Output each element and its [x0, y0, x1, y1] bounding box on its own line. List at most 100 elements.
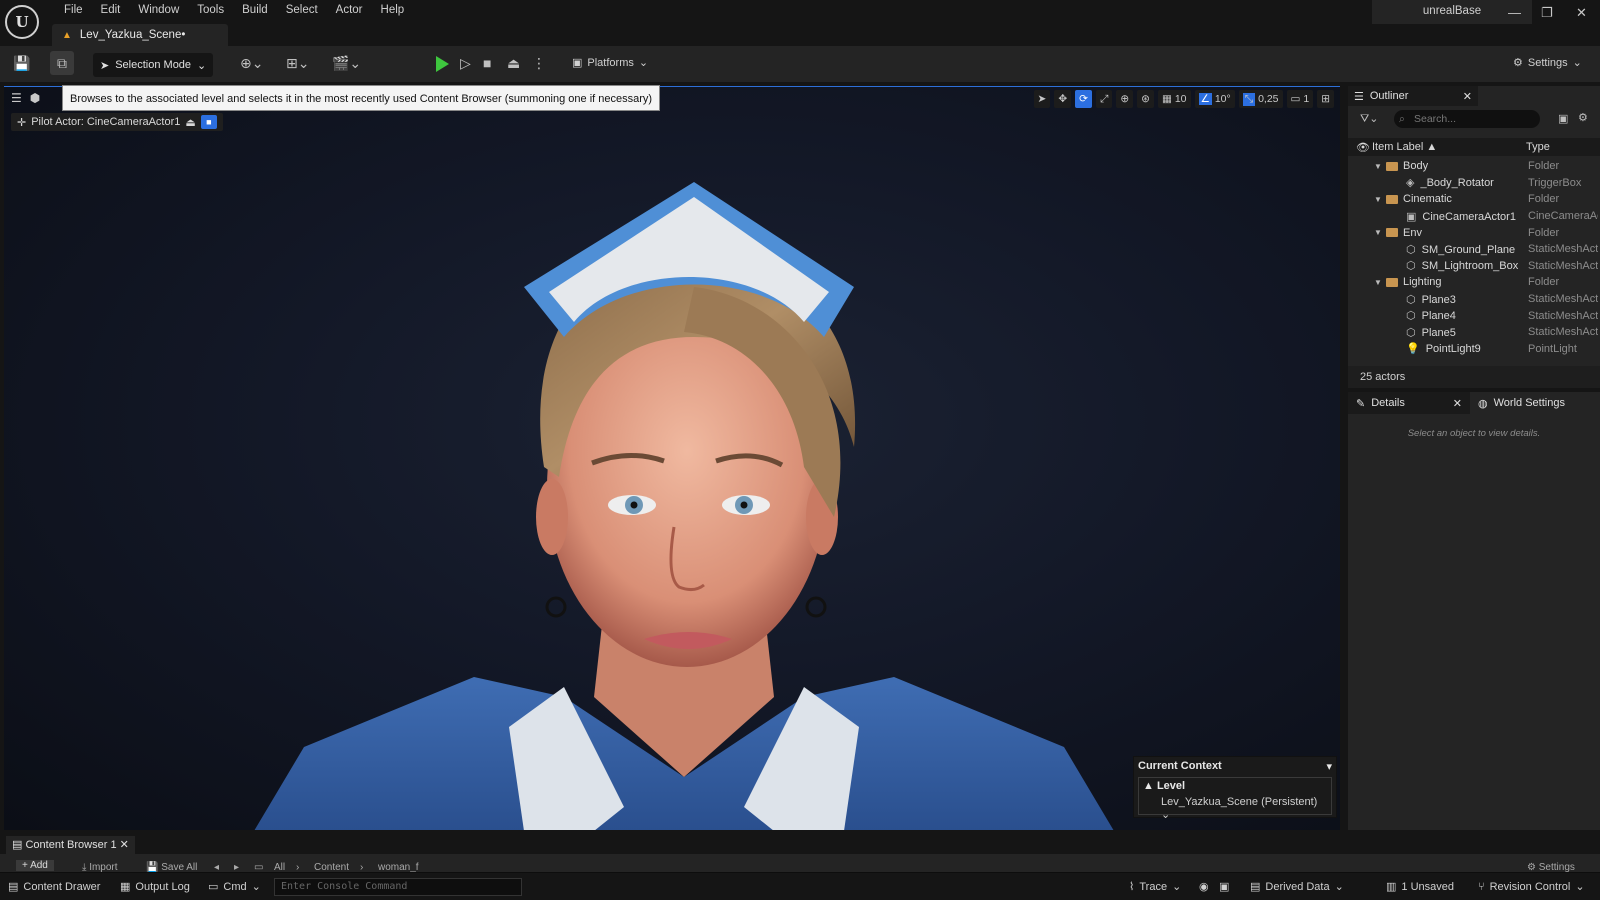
light-bulb-icon: 💡 [1406, 343, 1420, 356]
path-woman-f[interactable]: woman_f [378, 862, 419, 872]
camera-view-icon[interactable]: ■ [200, 115, 217, 129]
blueprint-icon[interactable]: ⊞⌄ [286, 55, 309, 72]
outliner-search-input[interactable]: ⌕ Search... [1394, 110, 1540, 128]
select-tool-icon[interactable]: ➤ [1033, 90, 1051, 108]
outliner-tab[interactable]: ☰ Outliner ✕ [1348, 86, 1478, 106]
outliner-row[interactable]: ⬡ SM_Lightroom_Box StaticMeshActor [1348, 258, 1600, 275]
content-settings-button[interactable]: ⚙ Settings [1527, 862, 1575, 872]
stop-icon[interactable]: ■ [483, 55, 491, 71]
menu-build[interactable]: Build [233, 3, 277, 17]
add-folder-icon[interactable]: ▣ [1558, 112, 1568, 125]
minimize-icon[interactable]: — [1508, 5, 1521, 20]
log-icon: ▦ [120, 881, 131, 893]
filter-icon[interactable]: ⛛⌄ [1360, 112, 1378, 126]
level-select[interactable]: Lev_Yazkua_Scene (Persistent) ⌄ [1143, 796, 1327, 821]
type-column[interactable]: Type [1526, 141, 1550, 153]
eject-icon[interactable]: ⏏ [507, 55, 520, 72]
path-all[interactable]: All [274, 862, 285, 872]
menu-actor[interactable]: Actor [327, 3, 372, 17]
menu-edit[interactable]: Edit [92, 3, 130, 17]
revision-control-button[interactable]: ⑂ Revision Control ⌄ [1478, 880, 1585, 894]
rotate-tool-icon[interactable]: ⟳ [1075, 90, 1092, 108]
outliner-row[interactable]: ⬡ SM_Ground_Plane StaticMeshActor [1348, 241, 1600, 258]
outliner-row-label: ▣ CineCameraActor1 [1406, 210, 1516, 223]
add-actor-icon[interactable]: ⊕⌄ [240, 55, 263, 72]
eject-pilot-icon[interactable]: ⏏ [185, 116, 195, 129]
cmd-dropdown[interactable]: ▭ Cmd ⌄ [208, 880, 261, 894]
level-viewport[interactable]: ✛ Pilot Actor: CineCameraActor1 ⏏ ■ ➤ ✥ … [4, 86, 1340, 830]
add-button[interactable]: + Add [16, 860, 54, 871]
level-document-tab[interactable]: ▲ Lev_Yazkua_Scene• [52, 24, 228, 46]
perspective-icon[interactable]: ⬢ [30, 91, 40, 105]
cinematics-icon[interactable]: 🎬⌄ [332, 55, 361, 72]
hamburger-icon[interactable]: ☰ [11, 91, 22, 105]
history-back-icon[interactable]: ◂ [214, 862, 219, 872]
expand-arrow-icon[interactable]: ▼ [1374, 162, 1382, 171]
translate-tool-icon[interactable]: ✥ [1054, 90, 1072, 108]
console-input[interactable]: Enter Console Command [274, 878, 522, 896]
selection-mode-dropdown[interactable]: ➤ Selection Mode ⌄ [93, 53, 213, 77]
outliner-row[interactable]: ▼ Env Folder [1348, 224, 1600, 241]
import-button[interactable]: ⤓ Import [82, 862, 118, 872]
play-button[interactable] [436, 56, 449, 72]
menu-file[interactable]: File [55, 3, 92, 17]
rotation-snap-toggle[interactable]: ∠ 10° [1194, 90, 1235, 108]
outliner-row[interactable]: ▣ CineCameraActor1 CineCameraActor [1348, 208, 1600, 225]
layout-icon[interactable]: ⊞ [1317, 90, 1334, 108]
unsaved-button[interactable]: ▥ 1 Unsaved [1386, 880, 1454, 894]
scale-snap-toggle[interactable]: ⤡ 0,25 [1238, 90, 1283, 108]
details-tab[interactable]: ✎ Details ✕ [1348, 392, 1470, 414]
screenshot-icon[interactable]: ▣ [1219, 880, 1229, 893]
unreal-logo-icon[interactable]: U [5, 5, 39, 39]
outliner-row[interactable]: ▼ Lighting Folder [1348, 274, 1600, 291]
outliner-row[interactable]: ⬡ Plane4 StaticMeshActor [1348, 307, 1600, 324]
chevron-down-icon: ⌄ [1572, 57, 1582, 69]
level-label-row: ▲ Level [1143, 780, 1327, 792]
expand-arrow-icon[interactable]: ▼ [1374, 195, 1382, 204]
outliner-row[interactable]: ◈ _Body_Rotator TriggerBox [1348, 175, 1600, 192]
menu-tools[interactable]: Tools [188, 3, 233, 17]
outliner-row[interactable]: ▼ Body Folder [1348, 158, 1600, 175]
restore-icon[interactable]: ❐ [1541, 5, 1553, 21]
outliner-settings-icon[interactable]: ⚙ [1578, 111, 1588, 124]
expand-arrow-icon[interactable]: ▼ [1374, 278, 1382, 287]
trace-button[interactable]: ⌇ Trace ⌄ [1129, 880, 1181, 894]
close-window-icon[interactable]: ✕ [1576, 5, 1587, 21]
more-options-icon[interactable]: ⋮ [532, 55, 546, 72]
scale-tool-icon[interactable]: ⤢ [1095, 90, 1113, 108]
world-space-icon[interactable]: ⊕ [1116, 90, 1134, 108]
menu-select[interactable]: Select [277, 3, 327, 17]
menu-help[interactable]: Help [372, 3, 414, 17]
step-icon[interactable]: ▷ [460, 55, 471, 72]
history-forward-icon[interactable]: ▸ [234, 862, 239, 872]
record-icon[interactable]: ◉ [1199, 880, 1209, 893]
save-icon[interactable]: 💾 [13, 55, 30, 72]
outliner-item-name: _Body_Rotator [1420, 177, 1494, 190]
world-settings-tab[interactable]: ◍ World Settings [1470, 392, 1573, 414]
expand-arrow-icon[interactable]: ▼ [1374, 228, 1382, 237]
content-browser-tab[interactable]: ▤ Content Browser 1 ✕ [6, 836, 135, 854]
close-tab-icon[interactable]: ✕ [1453, 397, 1462, 410]
close-tab-icon[interactable]: ✕ [120, 839, 129, 851]
browse-level-icon[interactable]: ⧉ [50, 51, 74, 75]
derived-data-button[interactable]: ▤ Derived Data ⌄ [1250, 880, 1344, 894]
camera-speed-button[interactable]: ▭ 1 [1286, 90, 1314, 108]
close-tab-icon[interactable]: ✕ [1463, 90, 1472, 103]
save-all-button[interactable]: 💾 Save All [146, 862, 197, 872]
grid-snap-toggle[interactable]: ▦ 10 [1157, 90, 1191, 108]
outliner-row[interactable]: ⬡ Plane5 StaticMeshActor [1348, 324, 1600, 341]
output-log-button[interactable]: ▦ Output Log [120, 880, 190, 894]
outliner-row[interactable]: ▼ Cinematic Folder [1348, 191, 1600, 208]
context-header[interactable]: Current Context ▾ [1134, 757, 1336, 775]
item-label-column[interactable]: Item Label ▲ [1372, 141, 1437, 153]
content-drawer-button[interactable]: ▤ Content Drawer [8, 880, 100, 894]
surface-snap-icon[interactable]: ⊛ [1137, 90, 1154, 108]
path-content[interactable]: Content [314, 862, 349, 872]
outliner-row[interactable]: ⬡ Plane3 StaticMeshActor [1348, 291, 1600, 308]
platforms-button[interactable]: ▣ Platforms ⌄ [572, 56, 648, 70]
settings-button[interactable]: ⚙ Settings ⌄ [1513, 56, 1582, 70]
cmd-label: Cmd [223, 880, 247, 893]
menu-window[interactable]: Window [129, 3, 188, 17]
visibility-icon[interactable]: 👁 [1356, 141, 1370, 154]
outliner-row[interactable]: 💡 PointLight9 PointLight [1348, 341, 1600, 358]
